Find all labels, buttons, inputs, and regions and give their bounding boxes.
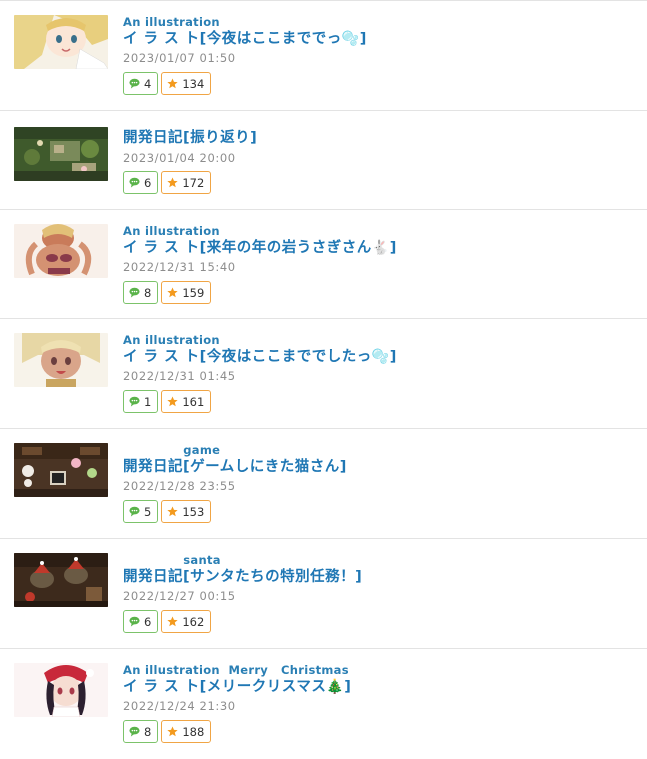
favorite-count-badge[interactable]: 188 [161, 720, 212, 743]
list-item[interactable]: An illustration イ ラ ス ト[今夜はここまででっ🫧] 2023… [0, 0, 647, 110]
entry-thumbnail[interactable] [14, 663, 108, 717]
entry-date: 2022/12/31 01:45 [123, 369, 236, 383]
entry-thumbnail[interactable] [14, 224, 108, 278]
speech-bubble-icon [129, 78, 140, 89]
entry-badges: 6 162 [123, 610, 212, 633]
favorite-count: 172 [182, 175, 205, 190]
comment-count-badge[interactable]: 5 [123, 500, 159, 523]
star-icon [167, 726, 178, 737]
favorite-count-badge[interactable]: 153 [161, 500, 212, 523]
star-icon [167, 616, 178, 627]
entry-title-suffix[interactable]: ] [360, 31, 367, 47]
comment-count-badge[interactable]: 4 [123, 72, 159, 95]
entry-title-suffix[interactable]: ] [344, 679, 351, 695]
list-item[interactable]: 開発日記[振り返り] 2023/01/04 20:00 6 172 [0, 110, 647, 209]
entry-title-text[interactable]: イ ラ ス ト[今夜はここまででっ [123, 31, 342, 47]
favorite-count: 134 [182, 76, 205, 91]
star-icon [167, 78, 178, 89]
entry-title-text[interactable]: イ ラ ス ト[来年の年の岩うさぎさん [123, 240, 372, 256]
entry-title-text[interactable]: イ ラ ス ト[メリークリスマス [123, 679, 326, 695]
entry-date: 2022/12/24 21:30 [123, 699, 236, 713]
entry-title[interactable]: イ ラ ス ト[メリークリスマス🎄] [123, 675, 351, 696]
entry-title-text[interactable]: 開発日記[サンタたちの特別任務！] [123, 569, 362, 585]
list-item[interactable]: An illustration Merry Christmas イ ラ ス ト[… [0, 648, 647, 758]
favorite-count: 153 [182, 504, 205, 519]
favorite-count-badge[interactable]: 172 [161, 171, 212, 194]
list-item[interactable]: game 開発日記[ゲームしにきた猫さん] 2022/12/28 23:55 5… [0, 428, 647, 538]
entry-thumbnail[interactable] [14, 15, 108, 69]
favorite-count-badge[interactable]: 159 [161, 281, 212, 304]
speech-bubble-icon [129, 396, 140, 407]
entry-title[interactable]: 開発日記[サンタたちの特別任務！] [123, 565, 362, 586]
entry-thumbnail[interactable] [14, 127, 108, 181]
entry-title-text[interactable]: 開発日記[振り返り] [123, 130, 257, 146]
entry-title-suffix[interactable]: ] [390, 240, 397, 256]
list-item[interactable]: An illustration イ ラ ス ト[来年の年の岩うさぎさん🐇] 20… [0, 209, 647, 318]
comment-count: 6 [144, 614, 152, 629]
star-icon [167, 506, 178, 517]
favorite-count: 159 [182, 285, 205, 300]
entry-thumbnail[interactable] [14, 333, 108, 387]
blog-entry-list: An illustration イ ラ ス ト[今夜はここまででっ🫧] 2023… [0, 0, 647, 758]
entry-title-suffix[interactable]: ] [390, 349, 397, 365]
entry-title[interactable]: イ ラ ス ト[来年の年の岩うさぎさん🐇] [123, 236, 397, 257]
entry-title[interactable]: 開発日記[ゲームしにきた猫さん] [123, 455, 347, 476]
favorite-count-badge[interactable]: 134 [161, 72, 212, 95]
entry-title[interactable]: イ ラ ス ト[今夜はここまででっ🫧] [123, 27, 367, 48]
entry-date: 2023/01/07 01:50 [123, 51, 236, 65]
favorite-count: 188 [182, 724, 205, 739]
entry-title-text[interactable]: 開発日記[ゲームしにきた猫さん] [123, 459, 347, 475]
entry-badges: 1 161 [123, 390, 212, 413]
comment-count-badge[interactable]: 6 [123, 171, 159, 194]
list-item[interactable]: An illustration イ ラ ス ト[今夜はここまででしたっ🫧] 20… [0, 318, 647, 428]
comment-count: 8 [144, 724, 152, 739]
star-icon [167, 287, 178, 298]
bubble-emoji-icon: 🫧 [341, 31, 360, 47]
list-item[interactable]: santa 開発日記[サンタたちの特別任務！] 2022/12/27 00:15… [0, 538, 647, 648]
entry-badges: 5 153 [123, 500, 212, 523]
favorite-count: 162 [182, 614, 205, 629]
entry-title-text[interactable]: イ ラ ス ト[今夜はここまででしたっ [123, 349, 372, 365]
speech-bubble-icon [129, 177, 140, 188]
comment-count: 6 [144, 175, 152, 190]
comment-count: 8 [144, 285, 152, 300]
favorite-count-badge[interactable]: 162 [161, 610, 212, 633]
favorite-count-badge[interactable]: 161 [161, 390, 212, 413]
star-icon [167, 396, 178, 407]
entry-date: 2023/01/04 20:00 [123, 151, 236, 165]
entry-date: 2022/12/28 23:55 [123, 479, 236, 493]
rabbit-emoji-icon: 🐇 [371, 240, 390, 256]
comment-count: 1 [144, 394, 152, 409]
speech-bubble-icon [129, 616, 140, 627]
favorite-count: 161 [182, 394, 205, 409]
entry-badges: 8 159 [123, 281, 212, 304]
bubble-emoji-icon: 🫧 [371, 349, 390, 365]
comment-count-badge[interactable]: 6 [123, 610, 159, 633]
comment-count: 4 [144, 76, 152, 91]
star-icon [167, 177, 178, 188]
entry-title[interactable]: 開発日記[振り返り] [123, 126, 257, 147]
entry-date: 2022/12/31 15:40 [123, 260, 236, 274]
comment-count-badge[interactable]: 8 [123, 720, 159, 743]
entry-badges: 4 134 [123, 72, 212, 95]
entry-title[interactable]: イ ラ ス ト[今夜はここまででしたっ🫧] [123, 345, 397, 366]
entry-thumbnail[interactable] [14, 553, 108, 607]
speech-bubble-icon [129, 726, 140, 737]
comment-count-badge[interactable]: 8 [123, 281, 159, 304]
entry-badges: 8 188 [123, 720, 212, 743]
comment-count: 5 [144, 504, 152, 519]
christmas-tree-icon: 🎄 [326, 679, 345, 695]
speech-bubble-icon [129, 506, 140, 517]
entry-date: 2022/12/27 00:15 [123, 589, 236, 603]
comment-count-badge[interactable]: 1 [123, 390, 159, 413]
entry-badges: 6 172 [123, 171, 212, 194]
speech-bubble-icon [129, 287, 140, 298]
entry-thumbnail[interactable] [14, 443, 108, 497]
